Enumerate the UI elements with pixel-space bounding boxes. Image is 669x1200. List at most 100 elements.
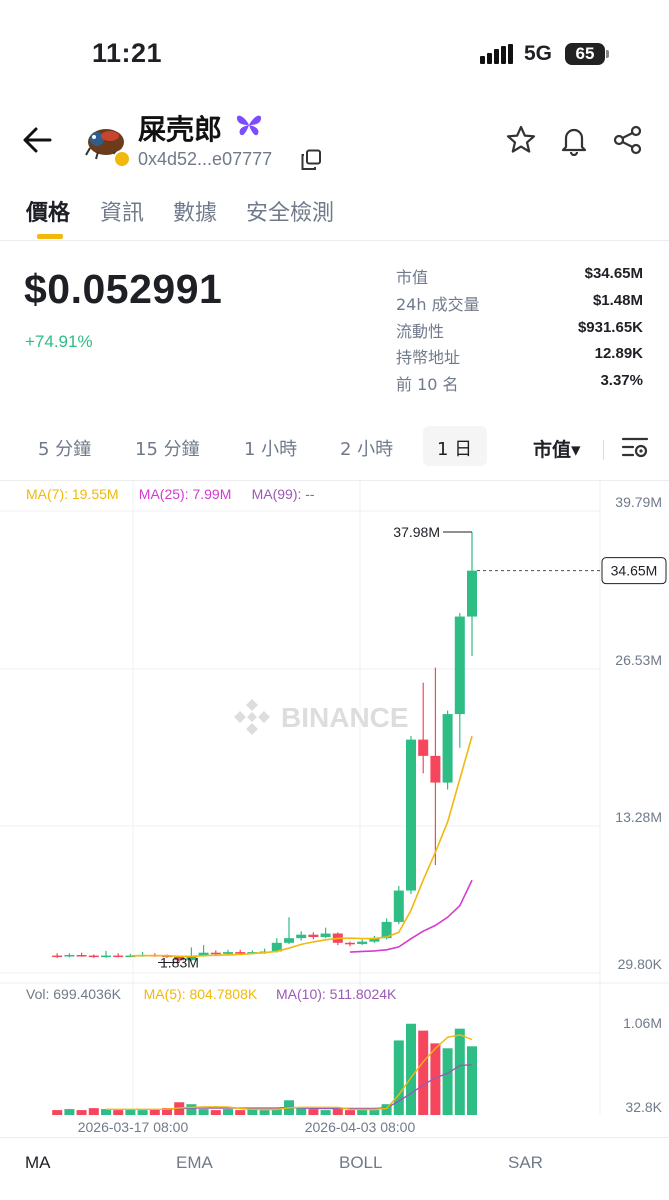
volume-ma5-line: [106, 1034, 473, 1111]
indicator-boll[interactable]: BOLL: [339, 1153, 382, 1173]
volume-bar: [369, 1110, 380, 1115]
contract-address[interactable]: 0x4d52...e07777: [138, 149, 272, 170]
low-label: 1.83M: [160, 955, 199, 971]
stat-value-top10: 3.37%: [600, 372, 643, 389]
candle-body: [113, 955, 124, 958]
stat-label-top10: 前 10 名: [396, 375, 459, 394]
current-price: $0.052991: [24, 266, 223, 312]
indicator-ma[interactable]: MA: [25, 1153, 51, 1173]
volume-bar: [296, 1108, 307, 1115]
status-time: 11:21: [92, 38, 163, 68]
candle-body: [296, 934, 307, 939]
x-tick-label: 2026-03-17 08:00: [78, 1119, 189, 1135]
volume-bar: [332, 1109, 343, 1115]
volume-bar: [198, 1109, 209, 1115]
copy-icon[interactable]: [300, 149, 322, 171]
stat-value-market-cap: $34.65M: [584, 265, 643, 282]
volume-bar: [52, 1110, 63, 1115]
candle-body: [418, 739, 429, 756]
metric-dropdown[interactable]: 市值▾: [533, 435, 581, 462]
candle-body: [393, 890, 404, 922]
stat-label-holders: 持幣地址: [396, 348, 461, 367]
bsc-chain-badge: [113, 150, 131, 168]
volume-bar: [223, 1109, 233, 1115]
volume-bar: [259, 1110, 270, 1115]
volume-bar: [88, 1108, 99, 1115]
battery-cap: [606, 50, 609, 58]
volume-bar: [113, 1110, 124, 1115]
volume-y-tick: 32.8K: [625, 1099, 662, 1115]
volume-bar: [467, 1046, 477, 1115]
volume-bar: [308, 1109, 319, 1115]
volume-bar: [76, 1110, 87, 1115]
bell-alert-icon[interactable]: [558, 124, 590, 156]
volume-bar: [235, 1110, 246, 1115]
stat-value-holders: 12.89K: [594, 345, 643, 362]
candle-body: [223, 952, 233, 954]
tab-info[interactable]: 資訊: [100, 195, 144, 227]
watermark-text: BINANCE: [281, 702, 409, 733]
interval-2h[interactable]: 2 小時: [340, 435, 393, 461]
tab-price[interactable]: 價格: [26, 195, 70, 227]
volume-bar: [64, 1109, 75, 1115]
candle-body: [320, 933, 331, 938]
back-arrow-icon[interactable]: [22, 122, 54, 158]
stat-label-liquidity: 流動性: [396, 322, 445, 341]
star-favorite-icon[interactable]: [505, 124, 537, 156]
volume-bar: [442, 1048, 453, 1115]
high-label: 37.98M: [393, 524, 440, 540]
stat-label-volume: 24h 成交量: [396, 295, 480, 314]
tab-data[interactable]: 數據: [173, 195, 217, 227]
volume-legend-item: Vol: 699.4036K: [26, 986, 122, 1002]
current-value-label: 34.65M: [611, 563, 658, 579]
volume-bar: [186, 1104, 197, 1115]
y-tick-label: 39.79M: [615, 494, 662, 510]
y-tick-label: 29.80K: [618, 956, 663, 972]
ma7-line: [130, 735, 473, 958]
candle-body: [308, 934, 319, 938]
indicator-ema[interactable]: EMA: [176, 1153, 213, 1173]
interval-15m[interactable]: 15 分鐘: [135, 435, 200, 461]
indicator-sar[interactable]: SAR: [508, 1153, 543, 1173]
volume-bar: [137, 1110, 148, 1115]
candle-body: [76, 955, 87, 957]
chart-settings-icon[interactable]: [621, 434, 649, 462]
battery-icon: 65: [565, 43, 605, 65]
ma-legend-item: MA(99): --: [252, 486, 315, 502]
candle-body: [52, 955, 63, 958]
volume-bar: [406, 1023, 416, 1115]
candle-body: [88, 955, 99, 958]
price-change: +74.91%: [25, 332, 93, 351]
indicator-divider: [0, 1137, 669, 1138]
ma-legend-item: MA(7): 19.55M: [26, 486, 119, 502]
tab-security[interactable]: 安全檢測: [246, 195, 334, 227]
candle-body: [210, 952, 221, 955]
candle-body: [467, 570, 477, 617]
interval-5m[interactable]: 5 分鐘: [38, 435, 91, 461]
candle-body: [430, 755, 441, 783]
y-tick-label: 26.53M: [615, 652, 662, 668]
y-tick-label: 13.28M: [615, 809, 662, 825]
interval-1h[interactable]: 1 小時: [244, 435, 297, 461]
candle-body: [101, 955, 111, 958]
candle-body: [284, 938, 294, 943]
ma-legend-item: MA(25): 7.99M: [139, 486, 232, 502]
cellular-signal-icon: [480, 44, 514, 64]
binance-watermark: BINANCE: [234, 699, 409, 735]
volume-bar: [345, 1110, 355, 1115]
interval-1d[interactable]: 1 日: [437, 435, 472, 461]
network-type: 5G: [524, 42, 553, 65]
candle-body: [357, 941, 368, 944]
volume-y-tick: 1.06M: [623, 1015, 662, 1031]
toolbar-separator: [603, 440, 604, 460]
candle-body: [442, 714, 453, 783]
volume-legend-item: MA(5): 804.7808K: [144, 986, 258, 1002]
price-chart[interactable]: BINANCE 39.79M 26.53M 13.28M 29.80K MA(7): 1…: [0, 481, 669, 1137]
volume-bar: [210, 1110, 221, 1115]
share-icon[interactable]: [612, 124, 644, 156]
candle-body: [454, 616, 465, 715]
candle-body: [64, 955, 75, 957]
stat-value-volume: $1.48M: [592, 292, 643, 309]
token-name: 屎壳郎: [138, 113, 223, 146]
volume-bar: [320, 1110, 331, 1115]
